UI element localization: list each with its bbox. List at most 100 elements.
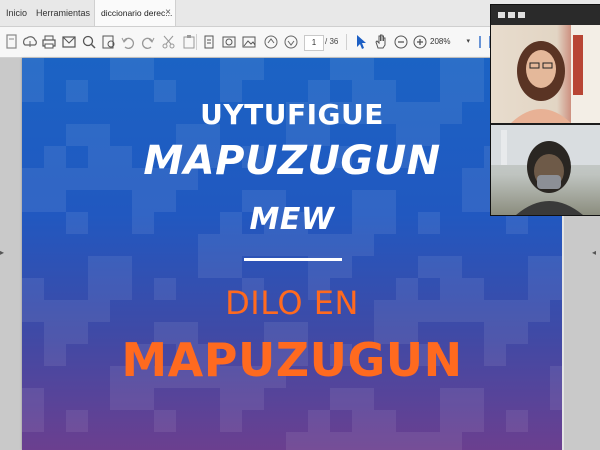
left-panel-toggle-icon[interactable]: ▸ <box>0 248 4 257</box>
pattern-tile <box>330 234 352 256</box>
pattern-tile <box>220 388 242 410</box>
pattern-tile <box>88 256 110 278</box>
title-divider <box>244 258 342 261</box>
chevron-down-icon: ▾ <box>466 38 470 45</box>
pattern-tile <box>330 432 352 450</box>
pattern-tile <box>440 432 462 450</box>
participant-1-avatar <box>511 25 600 123</box>
pattern-tile <box>308 234 330 256</box>
pattern-tile <box>286 432 308 450</box>
pattern-tile <box>132 58 154 80</box>
toolbar-divider <box>346 34 347 50</box>
total-pages: / 36 <box>325 37 339 46</box>
pattern-tile <box>418 432 440 450</box>
pattern-tile <box>330 58 352 80</box>
video-call-panel[interactable] <box>490 4 600 216</box>
upload-icon[interactable] <box>21 33 39 51</box>
pattern-tile <box>220 256 242 278</box>
title-line-3: MEW <box>249 202 335 237</box>
pattern-tile <box>242 58 264 80</box>
pattern-tile <box>198 234 220 256</box>
toolbar-divider <box>196 34 197 50</box>
pattern-tile <box>132 388 154 410</box>
pattern-tile <box>308 432 330 450</box>
zoom-value: 208% <box>430 37 451 46</box>
pattern-tile <box>528 256 550 278</box>
pattern-tile <box>418 256 440 278</box>
pattern-tile <box>242 388 264 410</box>
pattern-tile <box>440 256 462 278</box>
search-icon[interactable] <box>80 33 98 51</box>
page-down-icon[interactable] <box>282 33 300 51</box>
subtitle-line-1: DILO EN <box>225 284 359 322</box>
tab-document[interactable]: diccionario derec... × <box>94 0 176 26</box>
zoom-in-icon[interactable] <box>411 33 429 51</box>
cursor-icon[interactable] <box>352 33 370 51</box>
copy-icon[interactable] <box>200 33 218 51</box>
image-icon[interactable] <box>240 33 258 51</box>
pattern-tile <box>154 410 176 432</box>
redo-icon[interactable] <box>139 33 157 51</box>
pattern-tile <box>374 410 396 432</box>
pattern-tile <box>286 234 308 256</box>
pattern-tile <box>264 234 286 256</box>
camera-icon[interactable] <box>220 33 238 51</box>
print-icon[interactable] <box>40 33 58 51</box>
pattern-tile <box>550 256 562 278</box>
minimize-icon[interactable] <box>498 12 505 18</box>
pattern-tile <box>198 256 220 278</box>
pattern-tile <box>352 388 374 410</box>
pattern-tile <box>220 410 242 432</box>
pattern-tile <box>462 58 484 80</box>
pattern-tile <box>352 234 374 256</box>
zoom-out-icon[interactable] <box>392 33 410 51</box>
pattern-tile <box>550 388 562 410</box>
pattern-tile <box>110 58 132 80</box>
title-line-2: MAPUZUGUN <box>143 138 441 184</box>
participant-video-2[interactable] <box>491 125 600 215</box>
pattern-tile <box>462 410 484 432</box>
pattern-tile <box>22 410 44 432</box>
title-line-1: UYTUFIGUE <box>200 98 384 131</box>
tab-home[interactable]: Inicio <box>0 0 33 26</box>
create-icon[interactable] <box>3 33 21 51</box>
cut-icon[interactable] <box>160 33 178 51</box>
pattern-tile <box>330 388 352 410</box>
pattern-tile <box>374 432 396 450</box>
pattern-tile <box>110 388 132 410</box>
pattern-tile <box>506 410 528 432</box>
pattern-tile <box>462 388 484 410</box>
print-preview-icon[interactable] <box>100 33 118 51</box>
pattern-tile <box>308 410 330 432</box>
close-tab-icon[interactable]: × <box>165 0 171 26</box>
pattern-tile <box>396 432 418 450</box>
participant-2-avatar <box>491 125 600 215</box>
pattern-tile <box>66 410 88 432</box>
page-up-icon[interactable] <box>262 33 280 51</box>
pattern-tile <box>352 410 374 432</box>
hand-icon[interactable] <box>372 33 390 51</box>
pattern-tile <box>220 58 242 80</box>
pattern-tile <box>440 388 462 410</box>
pattern-tile <box>440 410 462 432</box>
zoom-select[interactable]: 208% ▾ <box>430 35 470 49</box>
pattern-tile <box>110 256 132 278</box>
participant-video-1[interactable] <box>491 25 600 123</box>
gallery-view-icon[interactable] <box>508 12 515 18</box>
current-page-input[interactable]: 1 <box>304 35 324 51</box>
subtitle-line-2: MAPUZUGUN <box>121 333 463 387</box>
tab-tools[interactable]: Herramientas <box>30 0 96 26</box>
pattern-tile <box>22 388 44 410</box>
pattern-tile <box>352 432 374 450</box>
right-panel-toggle-icon[interactable]: ◂ <box>592 248 596 257</box>
maximize-icon[interactable] <box>518 12 525 18</box>
tab-document-label: diccionario derec... <box>101 8 173 18</box>
pattern-tile <box>242 234 264 256</box>
pattern-tile <box>220 234 242 256</box>
pattern-tile <box>352 58 374 80</box>
pattern-tile <box>440 58 462 80</box>
pdf-page: UYTUFIGUE MAPUZUGUN MEW DILO EN MAPUZUGU… <box>22 58 562 450</box>
undo-icon[interactable] <box>119 33 137 51</box>
pattern-tile <box>22 58 44 80</box>
mail-icon[interactable] <box>60 33 78 51</box>
